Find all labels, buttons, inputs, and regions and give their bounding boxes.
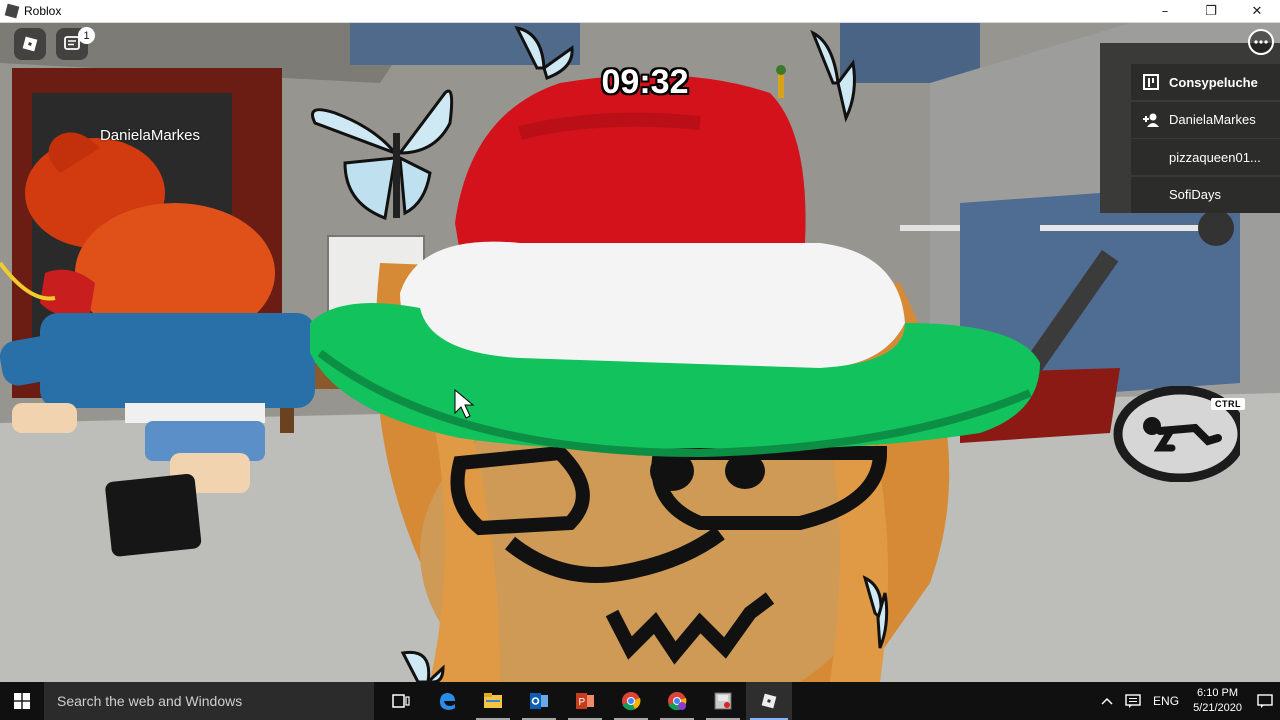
ctrl-key-hint: CTRL xyxy=(1211,398,1245,410)
player-nametag: DanielaMarkes xyxy=(99,127,201,144)
player-name: DanielaMarkes xyxy=(1169,112,1256,127)
chrome-icon[interactable] xyxy=(608,682,654,720)
roblox-icon xyxy=(22,36,38,52)
leaderboard-icon xyxy=(1137,74,1165,90)
task-view-icon[interactable] xyxy=(378,682,424,720)
close-button[interactable]: ✕ xyxy=(1234,0,1280,23)
game-scene xyxy=(0,23,1280,682)
wall-blue-strip-left xyxy=(350,23,580,65)
minimize-button[interactable]: – xyxy=(1142,0,1188,23)
wall-blue-strip-right xyxy=(840,23,980,83)
round-timer: 09:32 xyxy=(601,63,689,101)
file-explorer-icon[interactable] xyxy=(470,682,516,720)
notification-icon xyxy=(1257,694,1273,708)
taskbar-search-box[interactable]: Search the web and Windows xyxy=(44,682,374,720)
clock-date: 5/21/2020 xyxy=(1193,702,1242,714)
friend-icon xyxy=(1137,112,1165,128)
player-list-item[interactable]: Consypeluche xyxy=(1131,64,1280,100)
barbell-1 xyxy=(900,225,960,231)
window-title-bar: Roblox – ❐ ✕ xyxy=(0,0,1280,23)
player-name: SofiDays xyxy=(1169,187,1222,202)
more-menu-button[interactable] xyxy=(1248,29,1274,55)
game-viewport[interactable]: 1 09:32 DanielaMarkes Consypeluche Danie… xyxy=(0,23,1280,682)
roblox-menu-button[interactable] xyxy=(14,28,46,60)
input-language[interactable]: ENG xyxy=(1147,694,1185,708)
roblox-logo-icon xyxy=(4,3,20,19)
weight-plate xyxy=(1198,210,1234,246)
edge-icon[interactable] xyxy=(424,682,470,720)
search-placeholder: Search the web and Windows xyxy=(57,693,243,709)
taskbar-clock[interactable]: 6:10 PM 5/21/2020 xyxy=(1185,686,1250,716)
paint-icon[interactable] xyxy=(700,682,746,720)
outlook-icon[interactable] xyxy=(516,682,562,720)
action-center-tray[interactable] xyxy=(1119,694,1147,708)
show-hidden-icons-button[interactable] xyxy=(1095,697,1119,705)
windows-logo-icon xyxy=(14,693,30,709)
system-tray: ENG 6:10 PM 5/21/2020 xyxy=(1095,682,1280,720)
player-list: Consypeluche DanielaMarkes pizzaqueen01.… xyxy=(1131,64,1280,214)
restore-button[interactable]: ❐ xyxy=(1188,0,1234,23)
clock-time: 6:10 PM xyxy=(1197,687,1239,699)
player-list-item[interactable]: SofiDays xyxy=(1131,176,1280,213)
windows-taskbar: Search the web and Windows P ENG 6:10 PM… xyxy=(0,682,1280,720)
chat-notification-badge: 1 xyxy=(78,27,95,44)
svg-text:P: P xyxy=(579,697,586,708)
roblox-icon[interactable] xyxy=(746,682,792,720)
chevron-up-icon xyxy=(1101,697,1113,705)
ellipsis-icon xyxy=(1254,40,1268,44)
message-icon xyxy=(1125,694,1141,708)
player-name: pizzaqueen01... xyxy=(1169,149,1261,165)
player-name: Consypeluche xyxy=(1169,74,1258,90)
hat-band xyxy=(400,241,905,369)
start-button[interactable] xyxy=(0,682,44,720)
chrome-profile-icon[interactable] xyxy=(654,682,700,720)
player-list-item[interactable]: DanielaMarkes xyxy=(1131,101,1280,138)
window-title: Roblox xyxy=(24,4,62,18)
powerpoint-icon[interactable]: P xyxy=(562,682,608,720)
window-controls: – ❐ ✕ xyxy=(1142,0,1280,23)
notifications-button[interactable] xyxy=(1250,682,1280,720)
taskbar-pinned-apps: P xyxy=(378,682,792,720)
player-list-item[interactable]: pizzaqueen01... xyxy=(1131,139,1280,175)
